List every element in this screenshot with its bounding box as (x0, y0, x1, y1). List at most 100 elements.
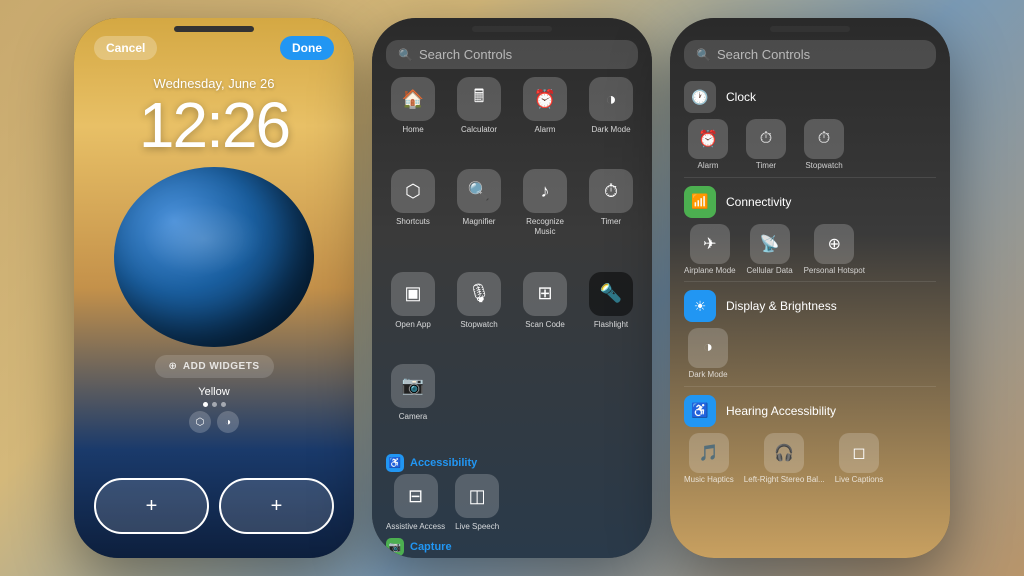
dot-2 (212, 402, 217, 407)
control-home[interactable]: 🏠 Home (384, 77, 442, 161)
connectivity-header-row: 📶 Connectivity (670, 182, 950, 222)
recognize-music-icon: ♪ (523, 169, 567, 213)
left-plus-icon: + (146, 495, 158, 518)
clock-header-row: 🕐 Clock (670, 77, 950, 117)
phone3-search-icon: 🔍 (696, 48, 711, 62)
airplane-mode-item[interactable]: ✈ Airplane Mode (684, 224, 736, 276)
display-section-icon: ☀ (684, 290, 716, 322)
flashlight-label: Flashlight (594, 320, 628, 330)
darkmode-label: Dark Mode (591, 125, 630, 135)
stereo-balance-item[interactable]: 🎧 Left-Right Stereo Bal... (744, 433, 825, 485)
control-open-app[interactable]: ▣ Open App (384, 272, 442, 356)
personal-hotspot-item[interactable]: ⊕ Personal Hotspot (804, 224, 865, 276)
camera-icon: 📷 (391, 364, 435, 408)
clock-stopwatch-item[interactable]: ⏱ Stopwatch (800, 119, 848, 171)
cancel-button[interactable]: Cancel (94, 36, 157, 60)
clock-stopwatch-icon: ⏱ (804, 119, 844, 159)
phone3-search-bar[interactable]: 🔍 Search Controls (684, 40, 936, 69)
add-widgets-button[interactable]: ⊕ ADD WIDGETS (155, 355, 274, 378)
camera-label: Camera (399, 412, 427, 422)
accessibility-section-icon: ♿ (386, 454, 404, 472)
clock-items: ⏰ Alarm ⏱ Timer ⏱ Stopwatch (670, 117, 950, 173)
control-recognize-music[interactable]: ♪ Recognize Music (516, 169, 574, 263)
hearing-items: 🎵 Music Haptics 🎧 Left-Right Stereo Bal.… (670, 431, 950, 487)
display-items: ◑ Dark Mode (670, 326, 950, 382)
timer-label: Timer (601, 217, 621, 227)
capture-section-header: 📷 Capture (372, 532, 652, 558)
phone1-lockscreen: Cancel Done Wednesday, June 26 12:26 ⊕ A… (74, 18, 354, 558)
accessibility-section-header: ♿ Accessibility (372, 448, 652, 474)
stopwatch-label: Stopwatch (460, 320, 497, 330)
live-speech-icon: ◫ (455, 474, 499, 518)
dot-3 (221, 402, 226, 407)
dark-mode-item[interactable]: ◑ Dark Mode (684, 328, 732, 380)
phone1-background: Cancel Done Wednesday, June 26 12:26 ⊕ A… (74, 18, 354, 558)
control-darkmode[interactable]: ◑ Dark Mode (582, 77, 640, 161)
control-calculator[interactable]: 🖩 Calculator (450, 77, 508, 161)
connectivity-section-title: Connectivity (726, 195, 791, 209)
music-haptics-item[interactable]: 🎵 Music Haptics (684, 433, 734, 485)
clock-section-title: Clock (726, 90, 756, 104)
clock-alarm-item[interactable]: ⏰ Alarm (684, 119, 732, 171)
divider-2 (684, 281, 936, 282)
airplane-mode-icon: ✈ (690, 224, 730, 264)
stereo-balance-label: Left-Right Stereo Bal... (744, 475, 825, 485)
recognize-music-label: Recognize Music (516, 217, 574, 236)
hearing-section-title: Hearing Accessibility (726, 404, 836, 418)
left-add-button[interactable]: + (94, 478, 209, 534)
magnifier-label: Magnifier (463, 217, 496, 227)
divider-3 (684, 386, 936, 387)
connectivity-items: ✈ Airplane Mode 📡 Cellular Data ⊕ Person… (670, 222, 950, 278)
search-icon: 🔍 (398, 48, 413, 62)
phone3-notch (770, 26, 850, 32)
cellular-data-item[interactable]: 📡 Cellular Data (746, 224, 794, 276)
calculator-label: Calculator (461, 125, 497, 135)
phone1-notch (174, 26, 254, 32)
clock-stopwatch-label: Stopwatch (805, 161, 842, 171)
control-magnifier[interactable]: 🔍 Magnifier (450, 169, 508, 263)
open-app-label: Open App (395, 320, 431, 330)
phone3-categories: 🔍 Search Controls 🕐 Clock ⏰ Alarm ⏱ Time… (670, 18, 950, 558)
cellular-data-icon: 📡 (750, 224, 790, 264)
widget-icon-left: ⬡ (189, 411, 211, 433)
alarm-icon: ⏰ (523, 77, 567, 121)
control-shortcuts[interactable]: ⬡ Shortcuts (384, 169, 442, 263)
theme-label: Yellow (198, 386, 229, 398)
live-speech-label: Live Speech (455, 522, 499, 532)
phone2-controls: 🔍 Search Controls 🏠 Home 🖩 Calculator ⏰ … (372, 18, 652, 558)
control-timer[interactable]: ⏱ Timer (582, 169, 640, 263)
page-dots (203, 402, 226, 407)
phone2-background: 🔍 Search Controls 🏠 Home 🖩 Calculator ⏰ … (372, 18, 652, 558)
done-button[interactable]: Done (280, 36, 334, 60)
live-captions-item[interactable]: ◻ Live Captions (835, 433, 883, 485)
assistive-access-label: Assistive Access (386, 522, 445, 532)
capture-section-title: Capture (410, 541, 452, 553)
control-camera[interactable]: 📷 Camera (384, 364, 442, 448)
timer-icon: ⏱ (589, 169, 633, 213)
control-alarm[interactable]: ⏰ Alarm (516, 77, 574, 161)
connectivity-section-icon: 📶 (684, 186, 716, 218)
clock-alarm-icon: ⏰ (688, 119, 728, 159)
control-flashlight[interactable]: 🔦 Flashlight (582, 272, 640, 356)
display-section-title: Display & Brightness (726, 299, 837, 313)
phone3-search-placeholder: Search Controls (717, 47, 810, 62)
search-bar[interactable]: 🔍 Search Controls (386, 40, 638, 69)
airplane-mode-label: Airplane Mode (684, 266, 736, 276)
widget-icon-right: ◑ (217, 411, 239, 433)
controls-grid: 🏠 Home 🖩 Calculator ⏰ Alarm ◑ Dark Mode … (372, 77, 652, 448)
lock-bottom-buttons: + + (94, 478, 334, 534)
control-scan-code[interactable]: ⊞ Scan Code (516, 272, 574, 356)
search-placeholder: Search Controls (419, 47, 512, 62)
right-add-button[interactable]: + (219, 478, 334, 534)
control-stopwatch[interactable]: 🎙 Stopwatch (450, 272, 508, 356)
darkmode-icon: ◑ (589, 77, 633, 121)
add-widgets-label: ADD WIDGETS (183, 361, 260, 372)
shortcuts-label: Shortcuts (396, 217, 430, 227)
capture-section-icon: 📷 (386, 538, 404, 556)
control-live-speech[interactable]: ◫ Live Speech (455, 474, 499, 532)
clock-timer-item[interactable]: ⏱ Timer (742, 119, 790, 171)
calculator-icon: 🖩 (457, 77, 501, 121)
stopwatch-icon: 🎙 (457, 272, 501, 316)
lock-earth-image (114, 167, 314, 347)
control-assistive-access[interactable]: ⊟ Assistive Access (386, 474, 445, 532)
